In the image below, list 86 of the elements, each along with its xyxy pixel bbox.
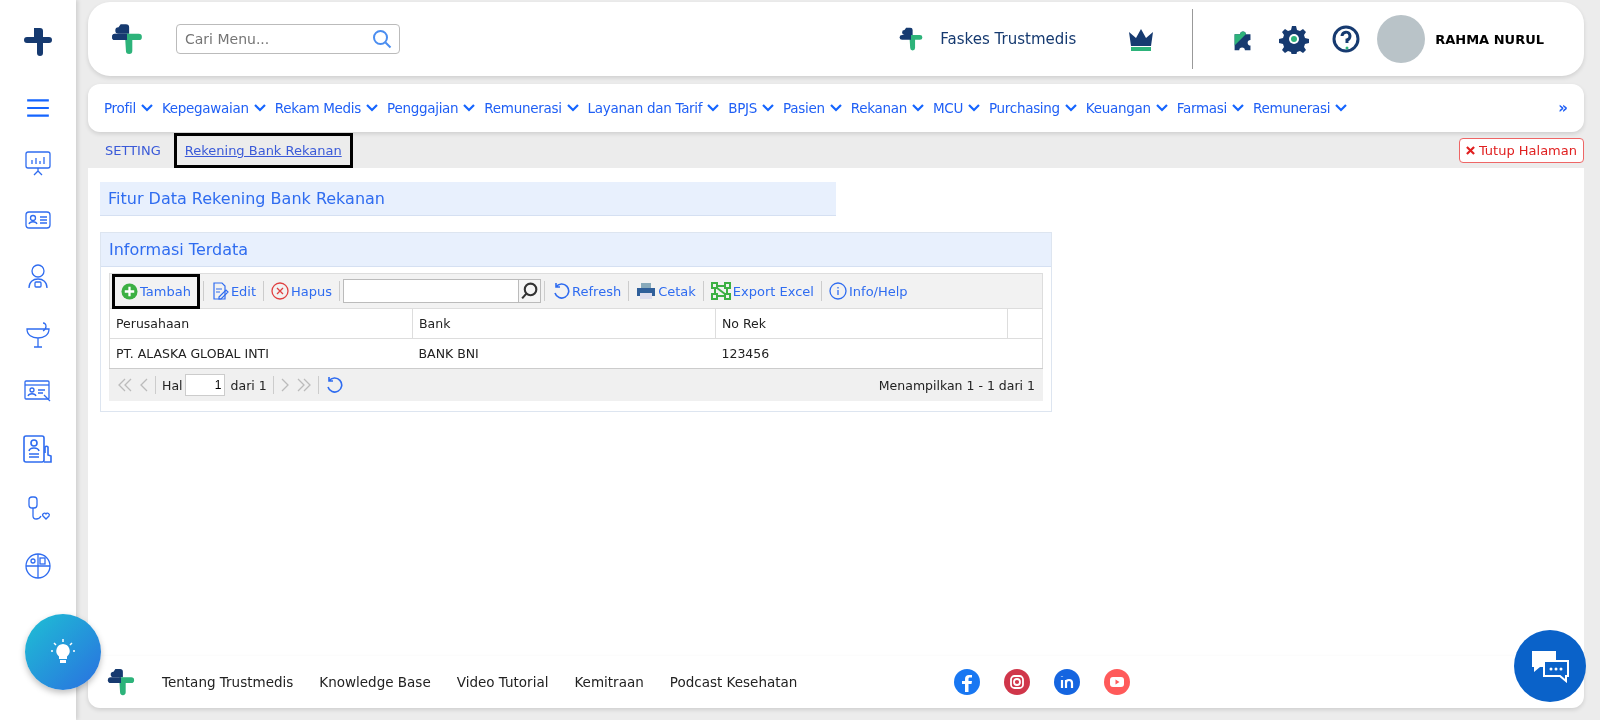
menu-item[interactable]: Profil: [104, 100, 153, 116]
footer-link[interactable]: Knowledge Base: [319, 674, 431, 690]
chevron-down-icon: [1231, 104, 1244, 112]
print-button[interactable]: Cetak: [632, 278, 700, 304]
page-label: Hal: [162, 377, 183, 393]
chevron-down-icon: [366, 104, 379, 112]
table-cell: BANK BNI: [412, 338, 716, 369]
delete-button[interactable]: Hapus: [267, 278, 337, 304]
logo-icon: [898, 26, 925, 52]
breadcrumb-tab[interactable]: SETTING: [96, 136, 170, 164]
chevron-down-icon: [140, 104, 153, 112]
menu-item[interactable]: Kepegawaian: [161, 100, 266, 116]
nutrition-icon[interactable]: [23, 551, 53, 581]
logo-icon: [22, 26, 54, 58]
chevron-down-icon: [911, 104, 924, 112]
page-input[interactable]: 1: [184, 374, 225, 396]
chat-bubbles-icon: [1530, 649, 1570, 683]
refresh-button[interactable]: Refresh: [548, 278, 626, 304]
menu-item[interactable]: BPJS: [728, 100, 775, 116]
menu-item[interactable]: Rekanan: [850, 100, 924, 116]
network-icon: [710, 282, 731, 300]
user-name: RAHMA NURUL: [1435, 31, 1544, 47]
logo-icon: [110, 22, 144, 56]
chevron-down-icon: [1064, 104, 1077, 112]
refresh-icon[interactable]: [324, 376, 343, 394]
footer-link[interactable]: Podcast Kesehatan: [669, 674, 798, 690]
menu-item[interactable]: Farmasi: [1176, 100, 1244, 116]
chevron-down-icon: [253, 104, 266, 112]
excel-button[interactable]: Export Excel: [706, 278, 818, 304]
menu-item[interactable]: Rekam Medis: [274, 100, 379, 116]
page-total: dari 1: [230, 377, 267, 393]
close-page-button[interactable]: Tutup Halaman: [1458, 137, 1584, 163]
add-button[interactable]: Tambah: [112, 273, 200, 309]
breadcrumb-tab[interactable]: Rekening Bank Rekanan: [173, 132, 353, 168]
search-field[interactable]: Cari Menu...: [176, 24, 400, 54]
chevron-down-icon: [967, 104, 980, 112]
info-button[interactable]: Info/Help: [825, 278, 912, 304]
menu-item[interactable]: Purchasing: [988, 100, 1077, 116]
close-icon: [1465, 145, 1475, 155]
settings-icon[interactable]: [1279, 24, 1310, 54]
footer-link[interactable]: Tentang Trustmedis: [162, 674, 294, 690]
chevron-down-icon: [829, 104, 842, 112]
lightbulb-icon: [51, 639, 75, 665]
youtube-icon[interactable]: [1103, 668, 1132, 696]
chevron-down-icon: [707, 104, 720, 112]
table-cell: PT. ALASKA GLOBAL INTI: [109, 338, 413, 369]
info-icon: [829, 282, 847, 300]
pagination-summary: Menampilkan 1 - 1 dari 1: [878, 377, 1035, 393]
column-header: No Rek: [715, 309, 1008, 339]
column-header: Bank: [412, 309, 716, 339]
menu-item[interactable]: Layanan dan Tarif: [587, 100, 720, 116]
printer-icon: [636, 282, 657, 300]
menu-item[interactable]: Remunerasi: [484, 100, 579, 116]
search-icon[interactable]: [519, 279, 542, 303]
help-icon[interactable]: [1331, 24, 1362, 54]
panel-title: Informasi Terdata: [109, 240, 249, 259]
presentation-chart-icon[interactable]: [23, 148, 53, 178]
chevron-down-icon: [566, 104, 579, 112]
table-cell: 123456: [715, 338, 1008, 369]
linkedin-icon[interactable]: [1053, 668, 1082, 696]
panel-title: Fitur Data Rekening Bank Rekanan: [108, 189, 385, 208]
chevron-down-icon: [1155, 104, 1168, 112]
menu-item[interactable]: Keuangan: [1085, 100, 1168, 116]
facility-name: Faskes Trustmedis: [940, 30, 1077, 48]
pharmacy-icon[interactable]: [23, 319, 53, 349]
more-menu-link[interactable]: »: [1558, 99, 1568, 117]
refresh-icon: [552, 282, 571, 300]
column-header: Perusahaan: [109, 309, 413, 339]
menu-item[interactable]: Remunerasi: [1252, 100, 1348, 116]
edit-icon: [210, 282, 229, 300]
menu-item[interactable]: MCU: [932, 100, 980, 116]
footer-link[interactable]: Video Tutorial: [456, 674, 549, 690]
search-field[interactable]: [343, 279, 520, 303]
delete-icon: [271, 282, 290, 300]
facebook-icon[interactable]: [953, 668, 982, 696]
menu-item[interactable]: Penggajian: [387, 100, 476, 116]
edit-button[interactable]: Edit: [206, 278, 261, 304]
footer-link[interactable]: Kemitraan: [574, 674, 644, 690]
chevron-down-icon: [463, 104, 476, 112]
logo-icon: [106, 667, 136, 697]
menu-item[interactable]: Pasien: [783, 100, 842, 116]
search-icon: [372, 29, 392, 49]
chevron-down-icon: [762, 104, 775, 112]
plus-icon: [121, 282, 138, 300]
chevron-down-icon: [1335, 104, 1348, 112]
instagram-icon[interactable]: [1003, 668, 1032, 696]
